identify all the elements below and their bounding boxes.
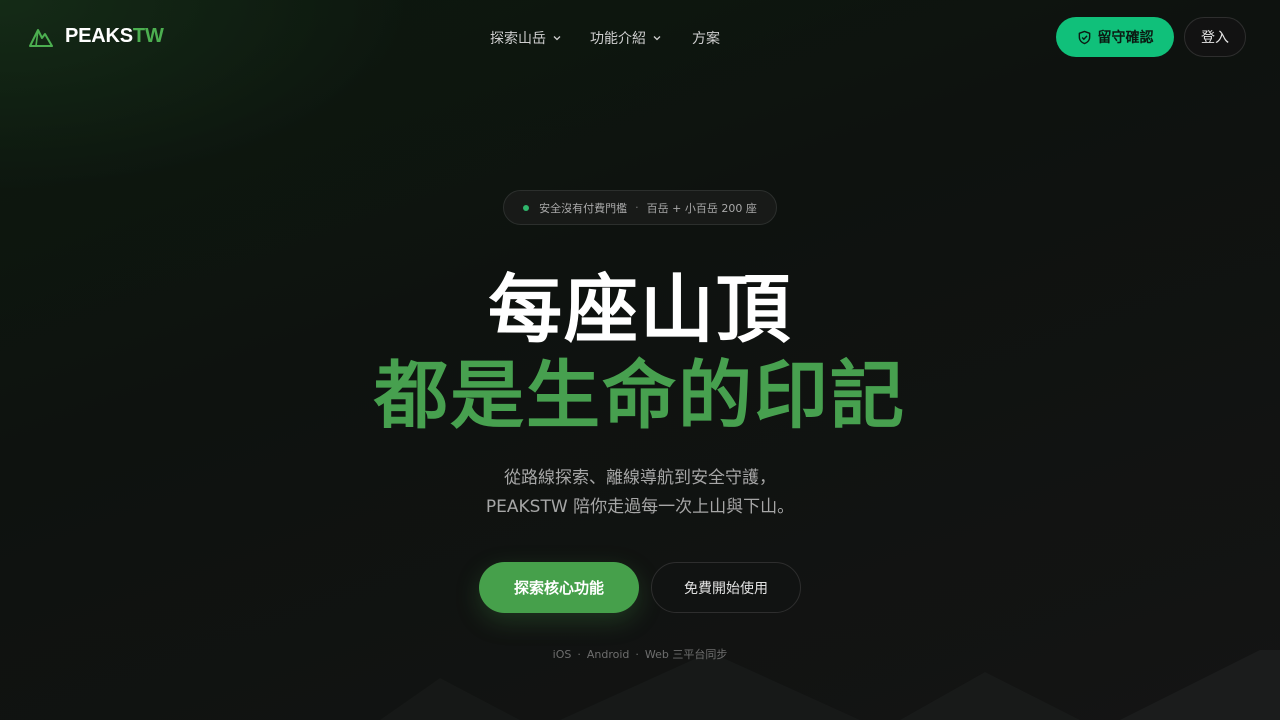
brand-name: PEAKSTW (65, 25, 164, 48)
brand-name-main: PEAKS (65, 25, 133, 47)
login-label: 登入 (1201, 30, 1229, 46)
nav-label: 功能介紹 (590, 31, 646, 47)
platform-list: iOS · Android · Web 三平台同步 (0, 646, 1280, 662)
explore-features-button[interactable]: 探索核心功能 (479, 562, 639, 613)
site-header: PEAKSTW 探索山岳 功能介紹 方案 留守確認 登入 (0, 0, 1280, 76)
brand-name-accent: TW (132, 25, 164, 47)
brand-logo[interactable]: PEAKSTW (29, 25, 164, 48)
mountain-icon (29, 28, 53, 47)
nav-features[interactable]: 功能介紹 (590, 27, 662, 49)
login-button[interactable]: 登入 (1184, 17, 1246, 57)
hero-badge: 安全沒有付費門檻 · 百岳 + 小百岳 200 座 (503, 190, 777, 225)
hero-headline-line1: 每座山頂 (488, 267, 792, 353)
platform-separator: · (635, 648, 639, 661)
hero-headline-line2: 都是生命的印記 (374, 353, 906, 439)
mountain-shape (900, 672, 1080, 720)
platform-web: Web 三平台同步 (644, 648, 728, 661)
nav-plans[interactable]: 方案 (692, 27, 720, 49)
safety-check-label: 留守確認 (1097, 30, 1154, 46)
platform-android: Android (586, 648, 630, 661)
hero-subtitle-line2: PEAKSTW 陪你走過每一次上山與下山。 (485, 497, 795, 517)
shield-check-icon (1078, 30, 1090, 44)
platform-separator: · (577, 648, 581, 661)
status-dot (523, 204, 530, 211)
nav-label: 方案 (692, 31, 720, 47)
chevron-down-icon (553, 36, 561, 41)
start-free-button[interactable]: 免費開始使用 (651, 562, 801, 613)
hero-subtitle-line1: 從路線探索、離線導航到安全守護， (504, 468, 776, 488)
platform-ios: iOS (552, 648, 572, 661)
nav-explore-mountains[interactable]: 探索山岳 (490, 27, 562, 49)
start-free-label: 免費開始使用 (684, 580, 768, 597)
safety-check-button[interactable]: 留守確認 (1056, 17, 1174, 57)
nav-label: 探索山岳 (490, 31, 546, 47)
main-nav: 探索山岳 功能介紹 方案 (490, 27, 720, 49)
mountain-shape (380, 678, 520, 720)
badge-separator: · (635, 201, 639, 214)
explore-features-label: 探索核心功能 (513, 579, 604, 597)
badge-text: 安全沒有付費門檻 (539, 201, 628, 215)
landing-page: PEAKSTW 探索山岳 功能介紹 方案 留守確認 登入 安全沒有付費門檻 · … (0, 0, 1280, 720)
mountain-shape (560, 652, 860, 720)
badge-detail: 百岳 + 小百岳 200 座 (646, 201, 757, 215)
chevron-down-icon (653, 36, 661, 41)
